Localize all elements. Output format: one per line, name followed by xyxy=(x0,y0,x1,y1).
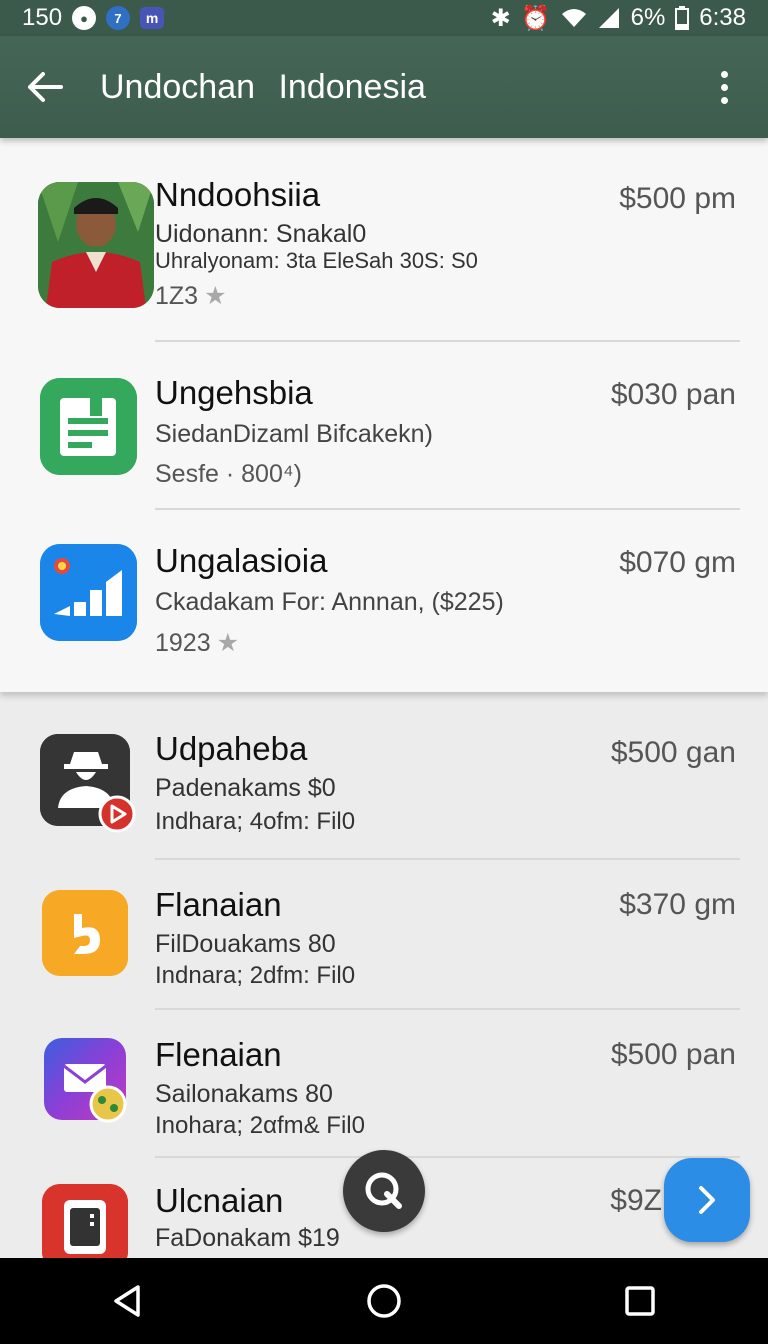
item-title: Flenaian xyxy=(155,1036,282,1073)
wifi-icon xyxy=(561,9,586,27)
list-item[interactable]: Ungehsbia $030 pan SiedanDizaml Bifcakek… xyxy=(0,342,768,510)
item-price: $500 pan xyxy=(610,1038,736,1071)
chevron-right-icon xyxy=(699,1186,715,1214)
nav-back-button[interactable] xyxy=(88,1261,168,1341)
item-title: Flanaian xyxy=(155,886,282,923)
system-nav-bar xyxy=(0,1258,768,1344)
form-document-icon xyxy=(40,378,137,475)
list-item[interactable]: Nndoohsiia $500 pm Uidonann: Snakal0 Uhr… xyxy=(0,138,768,342)
alarm-icon: ⏰ xyxy=(520,4,551,32)
item-title: Ulcnaian xyxy=(155,1182,284,1219)
star-icon: ★ xyxy=(204,282,227,310)
item-title: Ungehsbia xyxy=(155,374,313,411)
signal-icon xyxy=(598,8,619,28)
spy-profile-icon xyxy=(40,734,136,833)
item-meta: Sesfe · 800⁴) xyxy=(155,460,302,488)
item-detail: Uhralyonam: 3ta EleSah 30S: S0 xyxy=(155,248,478,273)
notification-circle-icon: ● xyxy=(72,6,97,30)
item-detail: Indnara; 2dfm: Fil0 xyxy=(155,962,356,989)
item-rating-value: 1923 xyxy=(155,629,211,657)
status-clock-left: 150 xyxy=(22,4,63,31)
item-price: $500 gan xyxy=(610,736,736,769)
item-subtitle: SiedanDizaml Bifcakekn) xyxy=(155,420,433,448)
status-right: ✱ ⏰ 6% 6:38 xyxy=(491,4,746,33)
search-fab-button[interactable] xyxy=(343,1150,425,1232)
item-title: Udpaheba xyxy=(155,730,308,767)
back-triangle-icon xyxy=(114,1285,140,1317)
battery-percent: 6% xyxy=(630,4,666,31)
list-item[interactable]: Udpaheba $500 gan Padenakams $0 Indhara;… xyxy=(0,692,768,860)
item-subtitle: Padenakams $0 xyxy=(155,774,336,802)
item-rating: 1Z3 ★ xyxy=(155,281,227,311)
item-price: $9Z xyxy=(610,1184,662,1217)
status-clock: 6:38 xyxy=(699,4,746,31)
item-price: $500 pm xyxy=(619,182,736,215)
item-rating-value: 1Z3 xyxy=(155,282,199,310)
item-price: $030 pan xyxy=(610,378,736,411)
item-subtitle: Ckadakam For: Annnan, ($225) xyxy=(155,588,504,616)
notification-app-icon: 7 xyxy=(106,6,131,30)
list-item[interactable]: Flenaian $500 pan Sailonakams 80 Inohara… xyxy=(0,1010,768,1158)
more-dot-icon xyxy=(720,83,728,91)
list-item[interactable]: Flanaian $370 gm FilDouakams 80 Indnara;… xyxy=(0,860,768,1010)
nav-home-button[interactable] xyxy=(344,1261,424,1341)
item-detail: Inohara; 2αfm& Fil0 xyxy=(155,1112,365,1139)
back-button[interactable] xyxy=(0,36,90,138)
battery-icon xyxy=(675,6,690,30)
featured-list-card: Nndoohsiia $500 pm Uidonann: Snakal0 Uhr… xyxy=(0,138,768,692)
item-title: Ungalasioia xyxy=(155,542,328,579)
page-title: Undochan Indonesia xyxy=(100,67,426,106)
back-arrow-icon xyxy=(28,72,63,102)
item-subtitle: Uidonann: Snakal0 xyxy=(155,220,367,248)
star-icon: ★ xyxy=(216,629,240,657)
item-price: $070 gm xyxy=(619,546,736,579)
recents-square-icon xyxy=(625,1286,655,1316)
phone-case-icon xyxy=(42,1184,128,1258)
notification-message-icon: m xyxy=(140,7,165,29)
item-title: Nndoohsiia xyxy=(155,176,321,213)
next-fab-button[interactable] xyxy=(664,1158,750,1242)
more-dot-icon xyxy=(720,70,728,78)
item-detail: Indhara; 4ofm: Fil0 xyxy=(155,808,356,835)
item-subtitle: FaDonakam $19 xyxy=(155,1224,340,1252)
search-icon xyxy=(365,1172,402,1209)
person-photo-icon xyxy=(38,182,154,308)
item-subtitle: FilDouakams 80 xyxy=(155,930,336,958)
bluetooth-icon: ✱ xyxy=(490,4,511,32)
list-item[interactable]: Ungalasioia $070 gm Ckadakam For: Annnan… xyxy=(0,510,768,692)
mail-icon xyxy=(44,1038,127,1123)
home-circle-icon xyxy=(367,1284,401,1318)
nav-recents-button[interactable] xyxy=(600,1261,680,1341)
more-dot-icon xyxy=(720,96,728,104)
item-rating: 1923 ★ xyxy=(155,628,239,658)
item-price: $370 gm xyxy=(619,888,736,921)
status-bar: 150 ● 7 m ✱ ⏰ 6% 6:38 xyxy=(0,0,768,36)
overflow-menu-button[interactable] xyxy=(694,36,754,138)
signal-bars-icon xyxy=(40,544,137,641)
b-logo-icon xyxy=(42,890,128,976)
status-left: 150 ● 7 m xyxy=(22,4,165,32)
item-subtitle: Sailonakams 80 xyxy=(155,1080,333,1108)
app-bar: Undochan Indonesia xyxy=(0,36,768,138)
